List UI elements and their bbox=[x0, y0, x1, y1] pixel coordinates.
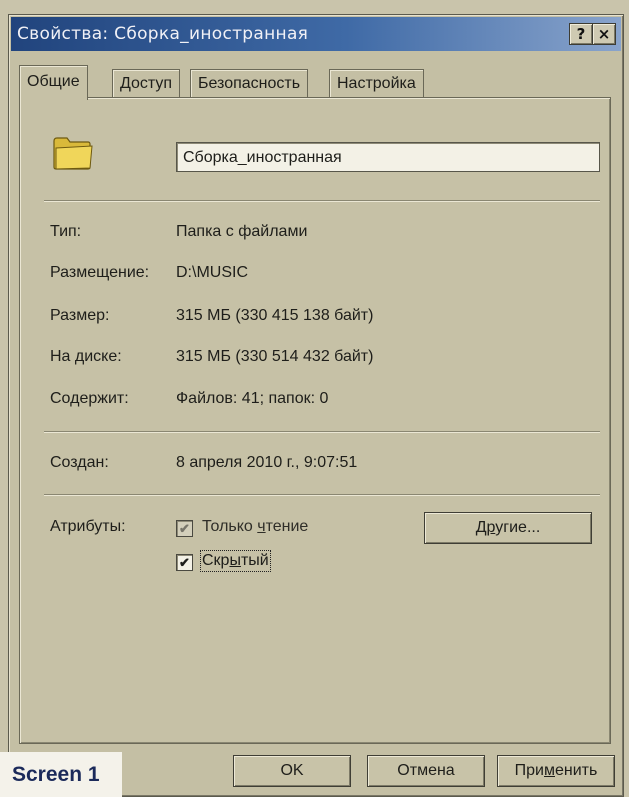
type-label: Тип: bbox=[50, 223, 82, 240]
separator bbox=[44, 431, 600, 433]
tab-general-label: Общие bbox=[27, 73, 80, 90]
tab-general[interactable]: Общие bbox=[19, 65, 88, 100]
created-label: Создан: bbox=[50, 454, 109, 471]
separator bbox=[44, 200, 600, 202]
type-value: Папка с файлами bbox=[176, 223, 308, 240]
close-button[interactable]: × bbox=[592, 23, 616, 45]
tab-sharing-label: Доступ bbox=[120, 75, 173, 92]
contains-label: Содержит: bbox=[50, 390, 129, 407]
title-bar[interactable]: Свойства: Сборка_иностранная ? × bbox=[11, 17, 621, 51]
cancel-button[interactable]: Отмена bbox=[367, 755, 485, 787]
size-value: 315 МБ (330 415 138 байт) bbox=[176, 307, 374, 324]
apply-button[interactable]: Применить bbox=[497, 755, 615, 787]
hidden-checkbox[interactable]: ✔ bbox=[176, 554, 193, 571]
created-value: 8 апреля 2010 г., 9:07:51 bbox=[176, 454, 358, 471]
properties-dialog: Свойства: Сборка_иностранная ? × Общие Д… bbox=[8, 14, 624, 797]
ondisk-label: На диске: bbox=[50, 348, 122, 365]
help-button[interactable]: ? bbox=[569, 23, 593, 45]
contains-value: Файлов: 41; папок: 0 bbox=[176, 390, 329, 407]
other-attributes-button[interactable]: Другие... bbox=[424, 512, 592, 544]
readonly-checkbox[interactable]: ✔ bbox=[176, 520, 193, 537]
location-label: Размещение: bbox=[50, 264, 150, 281]
ok-button[interactable]: OK bbox=[233, 755, 351, 787]
window-title: Свойства: Сборка_иностранная bbox=[17, 24, 309, 44]
tab-customize[interactable]: Настройка bbox=[329, 69, 424, 98]
folder-name-field[interactable]: Сборка_иностранная bbox=[176, 142, 600, 172]
attributes-label: Атрибуты: bbox=[50, 518, 126, 535]
general-panel: Сборка_иностранная Тип: Папка с файлами … bbox=[19, 97, 611, 744]
folder-icon bbox=[53, 137, 93, 170]
tab-customize-label: Настройка bbox=[337, 75, 416, 92]
tab-security-label: Безопасность bbox=[198, 75, 301, 92]
ondisk-value: 315 МБ (330 514 432 байт) bbox=[176, 348, 374, 365]
tab-security[interactable]: Безопасность bbox=[190, 69, 309, 98]
screen-caption: Screen 1 bbox=[0, 752, 122, 797]
location-value: D:\MUSIC bbox=[176, 264, 248, 281]
size-label: Размер: bbox=[50, 307, 110, 324]
readonly-label[interactable]: Только чтение bbox=[202, 518, 308, 536]
hidden-label[interactable]: Скрытый bbox=[200, 550, 271, 572]
separator bbox=[44, 494, 600, 496]
tab-sharing[interactable]: Доступ bbox=[112, 69, 181, 98]
